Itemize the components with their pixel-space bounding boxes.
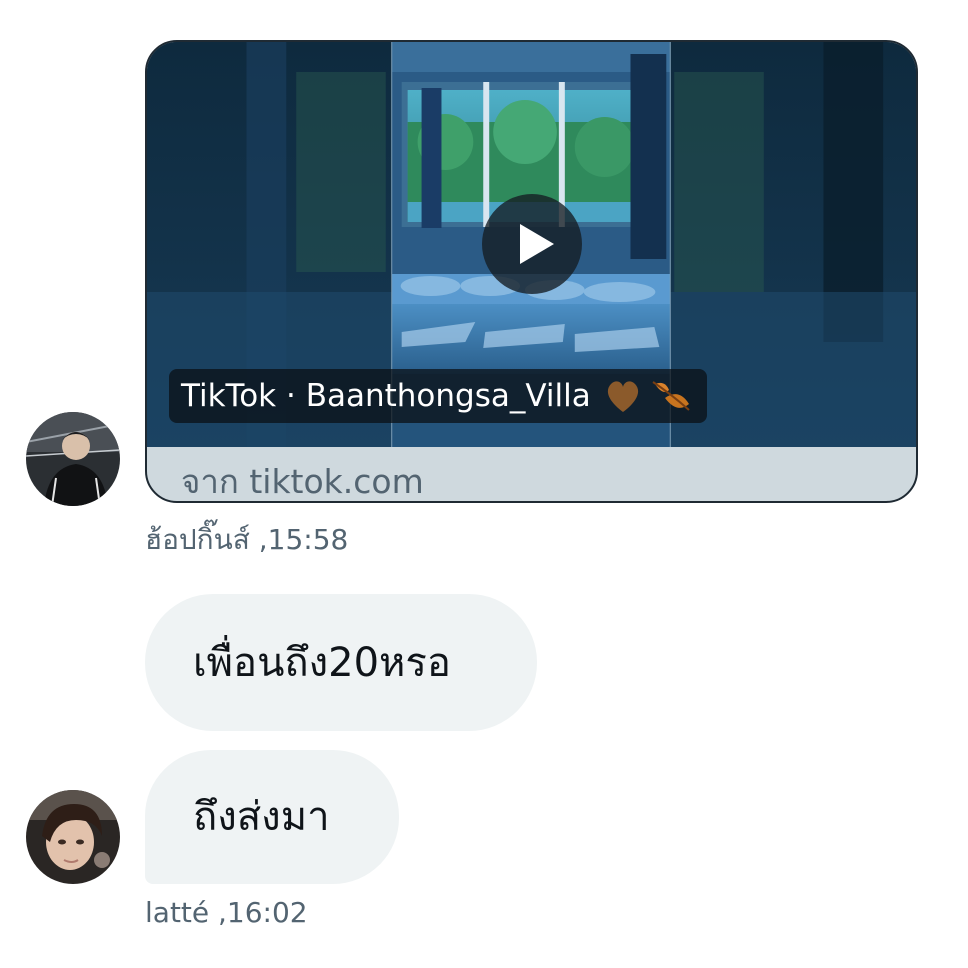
link-domain[interactable]: จาก tiktok.com bbox=[181, 460, 424, 501]
avatar-image-2 bbox=[26, 790, 120, 884]
brown-heart-icon bbox=[607, 381, 638, 412]
play-icon[interactable] bbox=[482, 194, 582, 294]
message-meta-2: latté ,16:02 bbox=[145, 896, 308, 929]
video-caption-text: TikTok · Baanthongsa_Villa bbox=[181, 378, 591, 414]
fallen-leaf-icon bbox=[652, 381, 690, 411]
video-thumbnail[interactable]: TikTok · Baanthongsa_Villa bbox=[147, 42, 916, 447]
tiktok-link-card[interactable]: TikTok · Baanthongsa_Villa จาก tiktok.co… bbox=[145, 40, 918, 503]
message-bubble-2[interactable]: ถึงส่งมา bbox=[145, 750, 399, 884]
message-text-1: เพื่อนถึง20หรอ bbox=[193, 639, 451, 686]
avatar-sender-1[interactable] bbox=[26, 412, 120, 506]
avatar-image-1 bbox=[26, 412, 120, 506]
video-caption: TikTok · Baanthongsa_Villa bbox=[169, 369, 707, 423]
message-text-2: ถึงส่งมา bbox=[193, 794, 330, 840]
message-meta-1: ฮ้อปกิ๊นส์ ,15:58 bbox=[145, 523, 349, 556]
avatar-sender-2[interactable] bbox=[26, 790, 120, 884]
message-bubble-1[interactable]: เพื่อนถึง20หรอ bbox=[145, 594, 537, 731]
